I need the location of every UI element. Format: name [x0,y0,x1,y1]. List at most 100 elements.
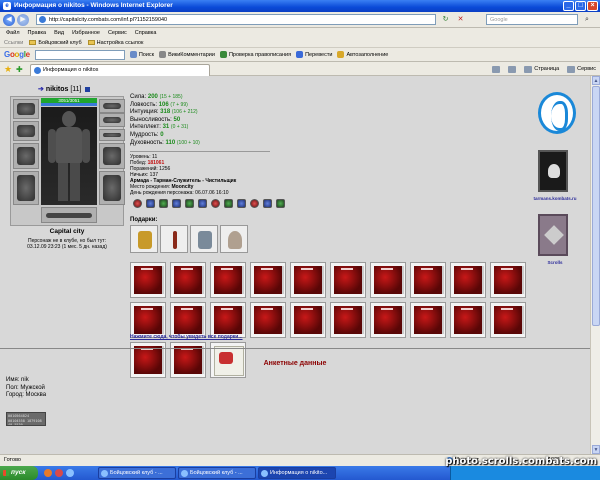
page-menu[interactable]: Страница [524,64,559,75]
task-fight-club-1[interactable]: Бойцовский клуб - ... [98,467,176,479]
tab-current[interactable]: Информация о nikitos [30,64,210,76]
menu-view[interactable]: Вид [54,28,64,38]
scrolls-banner[interactable] [538,214,568,256]
back-button[interactable]: ◀ [3,14,15,26]
tarmans-link[interactable]: tarmans.kombats.ru [526,196,584,201]
medal-icon[interactable] [159,199,168,208]
show-all-gifts-link[interactable]: Нажмите сюда, чтобы увидеть все подарки.… [130,334,243,340]
gift-item[interactable] [130,225,158,253]
weapon-slot[interactable] [13,143,39,169]
add-favorite-icon[interactable]: ✚ [16,65,23,74]
boots-slot[interactable] [99,171,125,205]
gift-item[interactable] [190,225,218,253]
ring-slot-2[interactable] [99,113,125,127]
gift-card[interactable] [290,262,326,298]
minimize-button[interactable]: _ [563,1,574,11]
task-fight-club-2[interactable]: Бойцовский клуб - ... [178,467,256,479]
shield-slot[interactable] [99,143,125,169]
opera-icon[interactable] [55,469,63,477]
gift-card[interactable] [410,262,446,298]
window-title: Информация о nikitos - Windows Internet … [14,2,173,9]
tarmans-banner[interactable] [538,150,568,192]
helmet-slot[interactable] [13,99,39,119]
gift-card[interactable] [250,262,286,298]
tools-menu[interactable]: Сервис [567,64,596,75]
menu-tools[interactable]: Сервис [108,28,127,38]
gift-card[interactable] [490,302,526,338]
vertical-scrollbar[interactable]: ▲ ▼ [590,76,600,454]
character-name: ➔ nikitos [11] [38,85,91,93]
gift-card[interactable] [210,302,246,338]
gift-card[interactable] [330,302,366,338]
gift-card[interactable] [130,302,166,338]
scroll-up-arrow[interactable]: ▲ [592,76,600,85]
gift-card[interactable] [370,262,406,298]
forward-button[interactable]: ▶ [17,14,29,26]
address-bar[interactable]: http://capitalcity.combats.com/inf.pl?11… [36,14,436,25]
visit-counter[interactable]: 0010564824 00104558 1879108 40 5530 [6,412,46,426]
stop-icon[interactable]: ✕ [455,14,466,25]
medal-icon[interactable] [198,199,207,208]
link-fight-club[interactable]: Бойцовский клуб [29,40,82,46]
close-button[interactable]: × [587,1,598,11]
ring-slot-1[interactable] [99,99,125,113]
ie-icon[interactable] [66,469,74,477]
menu-help[interactable]: Справка [135,28,157,38]
gift-card[interactable] [170,262,206,298]
menu-edit[interactable]: Правка [28,28,47,38]
medal-icon[interactable] [146,199,155,208]
scroll-thumb[interactable] [592,86,600,326]
home-icon[interactable] [492,66,501,73]
print-icon[interactable] [508,66,517,73]
medal-icon[interactable] [250,199,259,208]
medal-icon[interactable] [172,199,181,208]
start-button[interactable]: пуск [0,466,38,480]
scrolls-link[interactable]: Scrolls [526,260,584,265]
gift-card[interactable] [250,302,286,338]
gift-card[interactable] [450,262,486,298]
gift-card[interactable] [410,302,446,338]
gift-card[interactable] [330,262,366,298]
search-input[interactable]: Google [486,14,578,25]
bracer-slot[interactable] [13,121,39,141]
translate-button[interactable]: Перевести [296,51,332,58]
spellcheck-button[interactable]: Проверка правописания [219,51,291,58]
gift-card[interactable] [370,302,406,338]
belt-slot[interactable] [41,207,97,223]
google-search-input[interactable] [34,49,125,60]
gloves-slot[interactable] [99,129,125,141]
medal-icon[interactable] [211,199,220,208]
gift-item[interactable] [220,225,248,253]
gift-card[interactable] [130,262,166,298]
stat-agility: Ловкость: 106 (7 + 99) [130,101,188,108]
gift-card[interactable] [210,262,246,298]
medal-icon[interactable] [185,199,194,208]
favorites-star-icon[interactable]: ★ [4,65,14,74]
armor-slot[interactable] [13,171,39,205]
maximize-button[interactable]: □ [575,1,586,11]
medal-icon[interactable] [276,199,285,208]
autofill-button[interactable]: Автозаполнение [337,51,388,58]
gift-card[interactable] [490,262,526,298]
task-info-nikitos[interactable]: Информация о nikito... [258,467,336,479]
medal-icon[interactable] [133,199,142,208]
medal-icon[interactable] [237,199,246,208]
refresh-icon[interactable]: ↻ [440,14,451,25]
medal-icon[interactable] [224,199,233,208]
menu-file[interactable]: Файл [6,28,20,38]
gift-card[interactable] [450,302,486,338]
gift-card[interactable] [290,302,326,338]
wiki-comments-button[interactable]: ВикиКомментарии [159,51,215,58]
link-customize[interactable]: Настройка ссылок [87,40,143,46]
google-search-button[interactable]: Поиск [129,51,154,58]
medal-icon[interactable] [263,199,272,208]
scroll-down-arrow[interactable]: ▼ [592,445,600,454]
info-icon[interactable] [85,86,91,92]
menu-favorites[interactable]: Избранное [72,28,100,38]
search-icon[interactable]: ⌕ [580,14,594,25]
stat-intellect: Интеллект: 31 (0 + 31) [130,124,189,131]
firefox-icon[interactable] [44,469,52,477]
profile-logo[interactable] [538,92,576,134]
gift-item[interactable] [160,225,188,253]
gift-card[interactable] [170,302,206,338]
